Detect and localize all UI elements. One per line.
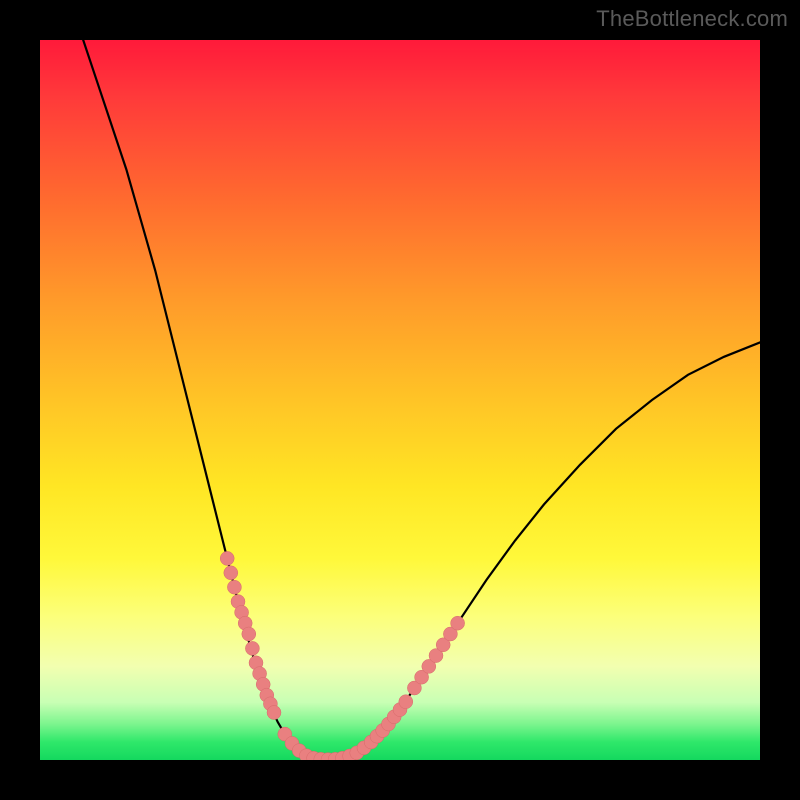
data-dot: [267, 706, 281, 720]
data-point-dots: [220, 551, 464, 760]
data-dot: [242, 627, 256, 641]
curve-line: [83, 40, 760, 760]
chart-svg: [40, 40, 760, 760]
data-dot: [224, 566, 238, 580]
plot-area: [40, 40, 760, 760]
data-dot: [451, 616, 465, 630]
data-dot: [399, 695, 413, 709]
data-dot: [227, 580, 241, 594]
bottleneck-curve: [83, 40, 760, 760]
data-dot: [220, 551, 234, 565]
watermark-text: TheBottleneck.com: [596, 6, 788, 32]
data-dot: [245, 641, 259, 655]
